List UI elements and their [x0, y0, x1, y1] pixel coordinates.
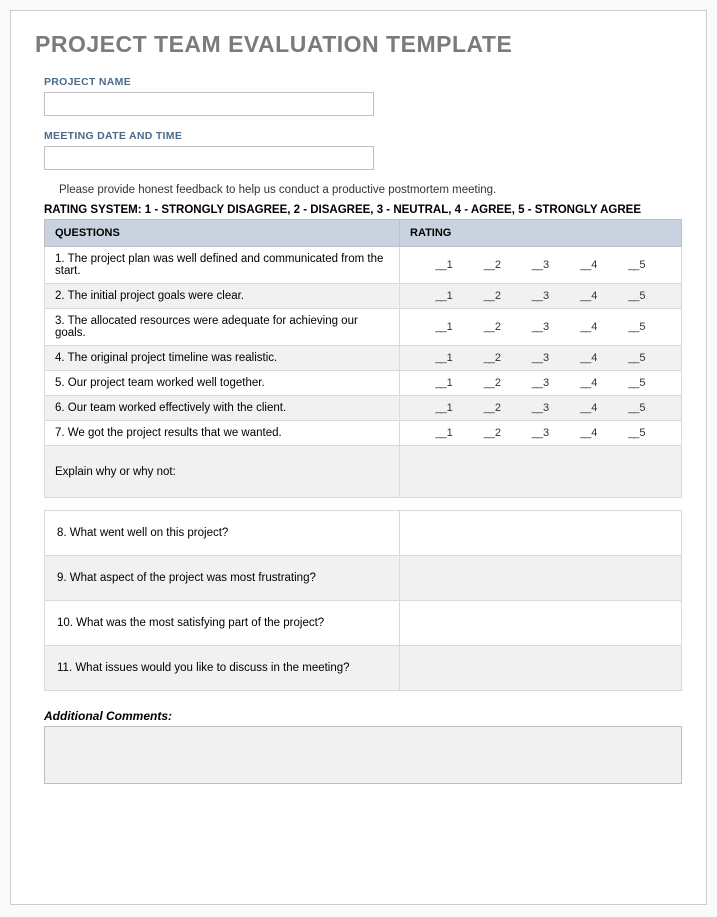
rating-option[interactable]: 4 [580, 402, 597, 414]
meeting-date-label: MEETING DATE AND TIME [44, 130, 682, 142]
rating-option[interactable]: 1 [435, 402, 452, 414]
table-row: 10. What was the most satisfying part of… [45, 601, 682, 646]
question-text: 10. What was the most satisfying part of… [45, 601, 400, 646]
rating-cell: 1 2 3 4 5 [400, 421, 682, 446]
rating-option[interactable]: 1 [435, 427, 452, 439]
rating-option[interactable]: 4 [580, 290, 597, 302]
question-text: 3. The allocated resources were adequate… [45, 309, 400, 346]
table-row: 2. The initial project goals were clear.… [45, 284, 682, 309]
rating-cell: 1 2 3 4 5 [400, 284, 682, 309]
answer-cell[interactable] [400, 556, 682, 601]
rating-option[interactable]: 4 [580, 321, 597, 333]
explain-input[interactable] [400, 446, 682, 498]
table-row: 1. The project plan was well defined and… [45, 247, 682, 284]
question-text: 5. Our project team worked well together… [45, 371, 400, 396]
table-row: 3. The allocated resources were adequate… [45, 309, 682, 346]
rating-option[interactable]: 2 [484, 290, 501, 302]
rating-option[interactable]: 3 [532, 321, 549, 333]
rating-option[interactable]: 1 [435, 259, 452, 271]
meeting-date-input[interactable] [44, 146, 374, 170]
rating-option[interactable]: 2 [484, 352, 501, 364]
additional-comments-input[interactable] [44, 726, 682, 784]
project-name-label: PROJECT NAME [44, 76, 682, 88]
question-text: 9. What aspect of the project was most f… [45, 556, 400, 601]
rating-option[interactable]: 2 [484, 402, 501, 414]
question-text: 2. The initial project goals were clear. [45, 284, 400, 309]
intro-text: Please provide honest feedback to help u… [59, 184, 682, 196]
page-container: PROJECT TEAM EVALUATION TEMPLATE PROJECT… [10, 10, 707, 905]
rating-option[interactable]: 4 [580, 259, 597, 271]
rating-cell: 1 2 3 4 5 [400, 309, 682, 346]
question-text: 7. We got the project results that we wa… [45, 421, 400, 446]
rating-option[interactable]: 3 [532, 402, 549, 414]
question-text: 4. The original project timeline was rea… [45, 346, 400, 371]
rating-cell: 1 2 3 4 5 [400, 371, 682, 396]
explain-row: Explain why or why not: [45, 446, 682, 498]
explain-label: Explain why or why not: [45, 446, 400, 498]
header-questions: QUESTIONS [45, 220, 400, 247]
table-row: 4. The original project timeline was rea… [45, 346, 682, 371]
rating-option[interactable]: 5 [628, 377, 645, 389]
rating-cell: 1 2 3 4 5 [400, 396, 682, 421]
rating-cell: 1 2 3 4 5 [400, 346, 682, 371]
rating-option[interactable]: 1 [435, 321, 452, 333]
rating-option[interactable]: 3 [532, 427, 549, 439]
question-text: 6. Our team worked effectively with the … [45, 396, 400, 421]
rating-option[interactable]: 2 [484, 377, 501, 389]
answer-cell[interactable] [400, 511, 682, 556]
table-header-row: QUESTIONS RATING [45, 220, 682, 247]
rating-option[interactable]: 3 [532, 259, 549, 271]
rating-option[interactable]: 5 [628, 321, 645, 333]
open-questions-table: 8. What went well on this project?9. Wha… [44, 510, 682, 691]
rating-option[interactable]: 5 [628, 290, 645, 302]
rating-option[interactable]: 3 [532, 290, 549, 302]
table-row: 7. We got the project results that we wa… [45, 421, 682, 446]
answer-cell[interactable] [400, 646, 682, 691]
question-text: 11. What issues would you like to discus… [45, 646, 400, 691]
rating-option[interactable]: 2 [484, 321, 501, 333]
rating-option[interactable]: 5 [628, 427, 645, 439]
rating-option[interactable]: 1 [435, 290, 452, 302]
rating-option[interactable]: 4 [580, 427, 597, 439]
rating-option[interactable]: 4 [580, 352, 597, 364]
table-row: 8. What went well on this project? [45, 511, 682, 556]
rating-option[interactable]: 2 [484, 259, 501, 271]
rating-option[interactable]: 4 [580, 377, 597, 389]
page-title: PROJECT TEAM EVALUATION TEMPLATE [35, 31, 682, 58]
rating-legend: RATING SYSTEM: 1 - STRONGLY DISAGREE, 2 … [44, 204, 682, 216]
rating-option[interactable]: 5 [628, 402, 645, 414]
rating-option[interactable]: 1 [435, 352, 452, 364]
project-name-block: PROJECT NAME [44, 76, 682, 116]
table-row: 9. What aspect of the project was most f… [45, 556, 682, 601]
table-row: 11. What issues would you like to discus… [45, 646, 682, 691]
question-text: 8. What went well on this project? [45, 511, 400, 556]
project-name-input[interactable] [44, 92, 374, 116]
rating-option[interactable]: 5 [628, 352, 645, 364]
question-text: 1. The project plan was well defined and… [45, 247, 400, 284]
table-row: 6. Our team worked effectively with the … [45, 396, 682, 421]
rating-option[interactable]: 3 [532, 377, 549, 389]
rating-option[interactable]: 2 [484, 427, 501, 439]
rating-option[interactable]: 5 [628, 259, 645, 271]
rating-table: QUESTIONS RATING 1. The project plan was… [44, 219, 682, 498]
table-row: 5. Our project team worked well together… [45, 371, 682, 396]
rating-option[interactable]: 3 [532, 352, 549, 364]
rating-option[interactable]: 1 [435, 377, 452, 389]
rating-cell: 1 2 3 4 5 [400, 247, 682, 284]
header-rating: RATING [400, 220, 682, 247]
meeting-date-block: MEETING DATE AND TIME [44, 130, 682, 170]
additional-comments-label: Additional Comments: [44, 709, 682, 723]
answer-cell[interactable] [400, 601, 682, 646]
